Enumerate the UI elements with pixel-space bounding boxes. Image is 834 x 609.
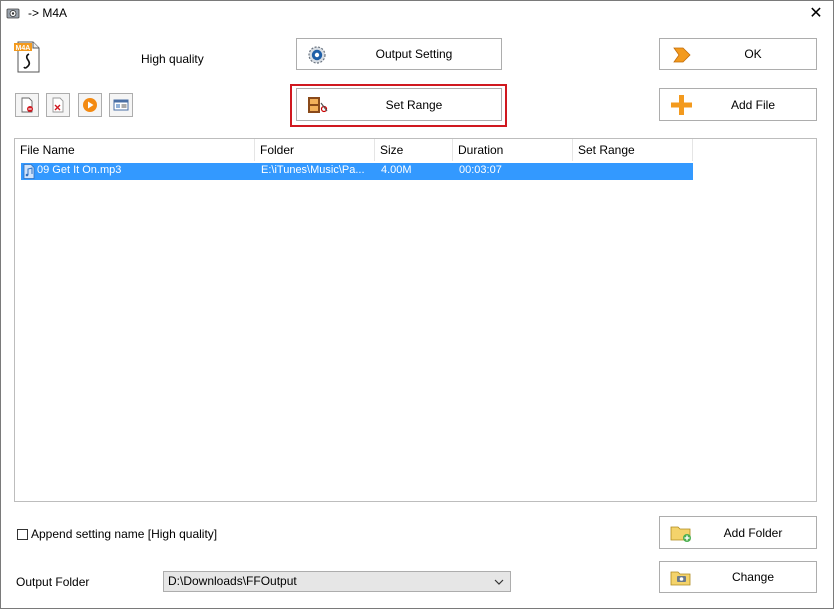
window-title: -> M4A (28, 6, 68, 20)
cell-size: 4.00M (381, 164, 412, 176)
close-icon: ✕ (809, 5, 823, 22)
play-icon (83, 98, 97, 112)
play-button[interactable] (78, 93, 102, 117)
output-folder-label: Output Folder (16, 575, 90, 589)
ok-button[interactable]: OK (659, 38, 817, 70)
m4a-file-icon: M4A (14, 41, 40, 73)
cell-file-name: 09 Get It On.mp3 (37, 164, 122, 176)
append-setting-checkbox[interactable] (17, 528, 28, 540)
quality-label: High quality (141, 52, 204, 66)
arrow-right-icon (673, 47, 691, 63)
add-folder-button[interactable]: Add Folder (659, 516, 817, 549)
column-header-set-range[interactable]: Set Range (573, 139, 693, 161)
append-setting-option[interactable]: Append setting name [High quality] (17, 527, 217, 541)
file-list[interactable]: File Name Folder Size Duration Set Range… (14, 138, 817, 502)
clear-list-button[interactable] (46, 93, 70, 117)
file-list-row[interactable]: 09 Get It On.mp3 E:\iTunes\Music\Pa... 4… (21, 163, 693, 180)
column-header-duration[interactable]: Duration (453, 139, 573, 161)
settings-gear-icon (308, 46, 326, 64)
column-header-folder[interactable]: Folder (255, 139, 375, 161)
film-scissors-icon (308, 97, 328, 113)
media-info-button[interactable] (109, 93, 133, 117)
cell-duration: 00:03:07 (459, 164, 502, 176)
add-file-button[interactable]: Add File (659, 88, 817, 121)
folder-camera-icon (670, 571, 691, 586)
media-info-icon (113, 99, 129, 111)
remove-file-button[interactable] (15, 93, 39, 117)
folder-add-icon (670, 526, 691, 542)
audio-file-icon (23, 164, 35, 179)
close-button[interactable]: ✕ (806, 4, 826, 24)
set-range-button[interactable]: Set Range (296, 88, 502, 121)
m4a-badge: M4A (16, 45, 31, 52)
title-bar: -> M4A ✕ (0, 0, 834, 28)
append-setting-label: Append setting name [High quality] (31, 527, 218, 541)
clear-list-icon (52, 97, 64, 113)
output-folder-select[interactable]: D:\Downloads\FFOutput (163, 571, 511, 592)
plus-icon (671, 95, 692, 115)
column-header-size[interactable]: Size (375, 139, 453, 161)
column-header-file-name[interactable]: File Name (15, 139, 255, 161)
cell-folder: E:\iTunes\Music\Pa... (261, 164, 365, 176)
output-setting-button[interactable]: Output Setting (296, 38, 502, 70)
output-folder-value: D:\Downloads\FFOutput (168, 574, 297, 588)
remove-file-icon (21, 97, 33, 113)
file-list-header: File Name Folder Size Duration Set Range (15, 139, 693, 161)
chevron-down-icon (494, 579, 504, 585)
change-button[interactable]: Change (659, 561, 817, 593)
app-icon (6, 8, 20, 19)
